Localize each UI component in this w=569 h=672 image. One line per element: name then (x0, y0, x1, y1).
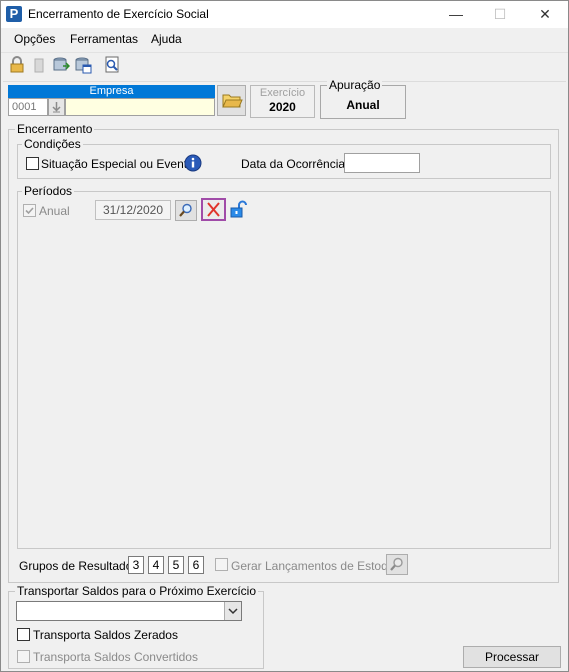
lock-icon[interactable] (8, 56, 26, 74)
saldos-zerados-checkbox[interactable] (17, 628, 30, 641)
open-folder-button[interactable] (217, 85, 246, 116)
open-folder-icon (222, 94, 243, 108)
empresa-lookup-button[interactable] (48, 98, 65, 116)
window-title: Encerramento de Exercício Social (28, 7, 209, 21)
data-ocorrencia-input[interactable] (344, 153, 420, 173)
title-bar: P Encerramento de Exercício Social — ☐ ✕ (1, 1, 568, 28)
trash-icon (30, 56, 48, 74)
toolbar-divider (3, 81, 566, 82)
periodos-group: Períodos (17, 184, 551, 549)
period-search-button[interactable] (175, 200, 197, 221)
exercicio-label: Exercício (259, 87, 306, 99)
menu-bar: Opções Ferramentas Ajuda (1, 28, 568, 50)
main-window: P Encerramento de Exercício Social — ☐ ✕… (0, 0, 569, 672)
gerar-estoque-label: Gerar Lançamentos de Estoque (231, 559, 402, 573)
menu-ajuda[interactable]: Ajuda (151, 32, 182, 46)
menu-ferramentas[interactable]: Ferramentas (70, 32, 138, 46)
unlock-icon[interactable] (229, 200, 247, 220)
maximize-button: ☐ (493, 6, 507, 22)
situacao-especial-checkbox[interactable] (26, 157, 39, 170)
arrow-down-icon (52, 102, 61, 113)
close-button[interactable]: ✕ (523, 1, 567, 28)
apuracao-label: Apuração (327, 78, 383, 92)
toolbar (1, 52, 568, 78)
data-ocorrencia-label: Data da Ocorrência: (241, 157, 349, 171)
grupo-resultado-box[interactable]: 3 (128, 556, 144, 574)
period-delete-button[interactable] (201, 198, 226, 221)
magnifier-icon (179, 203, 192, 217)
saldos-zerados-label: Transporta Saldos Zerados (33, 628, 178, 642)
condicoes-label: Condições (22, 137, 83, 151)
saldos-convertidos-checkbox (17, 650, 30, 663)
period-date-input: 31/12/2020 (95, 200, 171, 220)
estoque-search-button (386, 554, 408, 575)
saldos-convertidos-label: Transporta Saldos Convertidos (33, 650, 198, 664)
empresa-header: Empresa (8, 85, 215, 98)
encerramento-label: Encerramento (15, 122, 95, 136)
info-icon[interactable] (184, 154, 202, 172)
transportar-label: Transportar Saldos para o Próximo Exercí… (15, 584, 258, 598)
database-export-icon[interactable] (52, 56, 71, 74)
grupos-resultado-label: Grupos de Resultado: (19, 559, 136, 573)
exercicio-box: Exercício 2020 (250, 85, 315, 118)
grupo-resultado-box[interactable]: 4 (148, 556, 164, 574)
preview-icon[interactable] (103, 56, 121, 74)
periodos-label: Períodos (22, 184, 75, 198)
delete-x-icon (207, 202, 220, 217)
situacao-especial-label: Situação Especial ou Evento (41, 157, 194, 171)
transportar-combo[interactable] (16, 601, 242, 621)
anual-checkbox (23, 204, 36, 217)
menu-opcoes[interactable]: Opções (14, 32, 55, 46)
checkmark-icon (25, 207, 34, 215)
apuracao-value: Anual (346, 98, 380, 112)
magnifier-icon (390, 557, 403, 571)
minimize-button[interactable]: — (434, 1, 478, 28)
empresa-name-input[interactable] (65, 98, 215, 116)
exercicio-value: 2020 (269, 100, 296, 114)
apuracao-group: Apuração Anual (320, 78, 406, 119)
database-calendar-icon[interactable] (74, 56, 92, 74)
grupo-resultado-box[interactable]: 5 (168, 556, 184, 574)
grupo-resultado-box[interactable]: 6 (188, 556, 204, 574)
empresa-code-input[interactable]: 0001 (8, 98, 48, 116)
app-logo-icon: P (6, 6, 22, 22)
chevron-down-icon[interactable] (224, 602, 241, 620)
anual-label: Anual (39, 204, 70, 218)
processar-button[interactable]: Processar (463, 646, 561, 668)
gerar-estoque-checkbox (215, 558, 228, 571)
